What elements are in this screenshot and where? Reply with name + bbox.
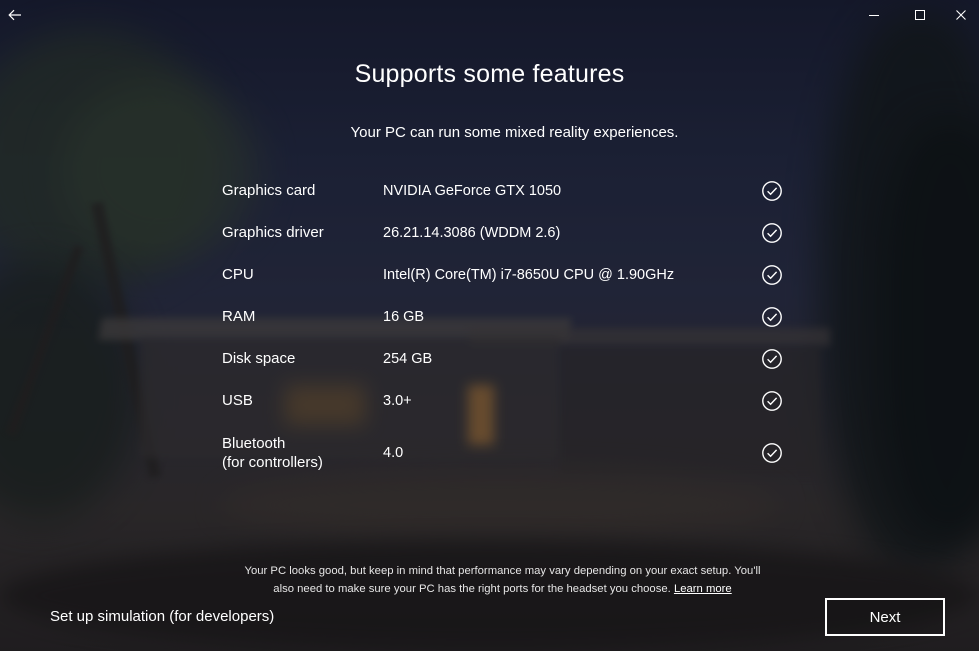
check-circle-icon xyxy=(762,223,782,243)
title-bar xyxy=(0,0,979,30)
check-circle-icon xyxy=(762,181,782,201)
close-button[interactable] xyxy=(943,0,979,30)
requirement-label: Graphics card xyxy=(222,182,316,199)
requirement-value: 254 GB xyxy=(383,351,433,367)
requirement-label: USB xyxy=(222,392,253,409)
requirement-value: 16 GB xyxy=(383,309,425,325)
minimize-button[interactable] xyxy=(851,0,897,30)
check-circle-icon xyxy=(762,349,782,369)
performance-note: Your PC looks good, but keep in mind tha… xyxy=(235,562,770,598)
requirement-row-graphics-driver: Graphics driver 26.21.14.3086 (WDDM 2.6) xyxy=(222,212,792,254)
requirement-label: CPU xyxy=(222,266,254,283)
minimize-icon xyxy=(869,15,879,16)
requirement-row-cpu: CPU Intel(R) Core(TM) i7-8650U CPU @ 1.9… xyxy=(222,254,792,296)
requirement-label: RAM xyxy=(222,308,256,325)
requirement-row-disk-space: Disk space 254 GB xyxy=(222,338,792,380)
requirement-row-usb: USB 3.0+ xyxy=(222,380,792,422)
requirement-value: Intel(R) Core(TM) i7-8650U CPU @ 1.90GHz xyxy=(383,267,675,283)
page-subtitle: Your PC can run some mixed reality exper… xyxy=(350,124,679,141)
requirement-row-ram: RAM 16 GB xyxy=(222,296,792,338)
maximize-icon xyxy=(915,10,925,20)
check-circle-icon xyxy=(762,307,782,327)
requirement-value: 3.0+ xyxy=(383,393,412,409)
check-circle-icon xyxy=(762,391,782,411)
requirement-label: Bluetooth (for controllers) xyxy=(222,434,372,472)
compatibility-check-panel: Supports some features Your PC can run s… xyxy=(0,0,979,651)
page-title: Supports some features xyxy=(354,60,625,88)
check-circle-icon xyxy=(762,265,782,285)
requirement-value: 26.21.14.3086 (WDDM 2.6) xyxy=(383,225,561,241)
requirement-row-graphics-card: Graphics card NVIDIA GeForce GTX 1050 xyxy=(222,170,792,212)
requirement-label-line2: (for controllers) xyxy=(222,454,323,471)
requirement-label: Graphics driver xyxy=(222,224,324,241)
back-button[interactable] xyxy=(0,0,30,30)
check-circle-icon xyxy=(762,443,782,463)
arrow-left-icon xyxy=(8,9,21,21)
requirement-label: Disk space xyxy=(222,350,296,367)
requirement-value: 4.0 xyxy=(383,445,404,461)
requirement-row-bluetooth: Bluetooth (for controllers) 4.0 xyxy=(222,432,792,474)
learn-more-link[interactable]: Learn more xyxy=(674,583,732,595)
requirement-value: NVIDIA GeForce GTX 1050 xyxy=(383,183,562,199)
set-up-simulation-link[interactable]: Set up simulation (for developers) xyxy=(50,608,274,625)
close-icon xyxy=(956,10,966,20)
requirement-label-line1: Bluetooth xyxy=(222,435,286,452)
performance-note-line1: Your PC looks good, but keep in mind tha… xyxy=(244,565,761,577)
maximize-button[interactable] xyxy=(897,0,943,30)
next-button[interactable]: Next xyxy=(825,598,945,636)
performance-note-line2: also need to make sure your PC has the r… xyxy=(273,583,671,595)
mixed-reality-portal-window: Supports some features Your PC can run s… xyxy=(0,0,979,651)
